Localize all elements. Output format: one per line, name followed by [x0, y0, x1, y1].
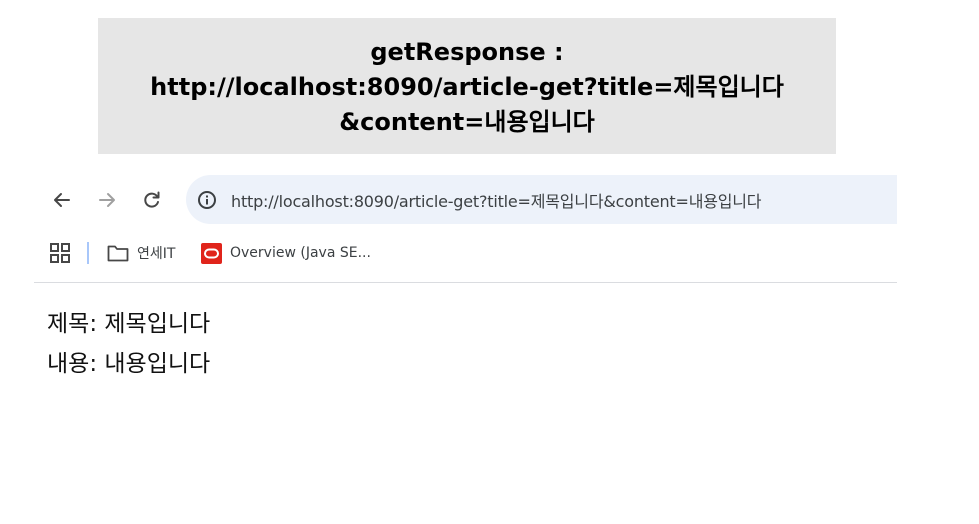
bookmarks-separator	[87, 242, 89, 264]
slide-title-line-1: getResponse :	[370, 37, 564, 66]
bookmark-folder-yonsei-it[interactable]: 연세IT	[107, 241, 175, 265]
browser-toolbar: http://localhost:8090/article-get?title=…	[34, 175, 897, 224]
reload-button[interactable]	[139, 187, 165, 213]
address-bar-url[interactable]: http://localhost:8090/article-get?title=…	[231, 188, 761, 212]
slide-title-box: getResponse : http://localhost:8090/arti…	[98, 18, 836, 154]
address-bar[interactable]: http://localhost:8090/article-get?title=…	[186, 175, 897, 224]
slide-title-line-3: &content=내용입니다	[339, 107, 595, 136]
reload-icon	[144, 191, 160, 208]
content-response-line: 내용: 내용입니다	[47, 351, 211, 377]
back-arrow-icon	[54, 193, 70, 207]
oracle-icon	[201, 242, 222, 264]
bookmark-label: 연세IT	[137, 246, 176, 262]
slide-title-line-2: http://localhost:8090/article-get?title=…	[150, 72, 784, 101]
toolbar-divider	[34, 282, 897, 283]
bookmark-java-se-overview[interactable]: Overview (Java SE...	[201, 241, 371, 265]
site-info-icon[interactable]	[196, 189, 218, 211]
title-response-line: 제목: 제목입니다	[47, 311, 211, 337]
forward-button[interactable]	[94, 187, 120, 213]
bookmark-label: Overview (Java SE...	[230, 245, 371, 261]
forward-arrow-icon	[99, 193, 115, 207]
bookmarks-bar: 연세IT Overview (Java SE...	[34, 238, 897, 268]
apps-grid-icon[interactable]	[50, 243, 70, 263]
back-button[interactable]	[49, 187, 75, 213]
page-content: 제목: 제목입니다 내용: 내용입니다	[47, 304, 210, 384]
folder-icon	[107, 244, 129, 262]
